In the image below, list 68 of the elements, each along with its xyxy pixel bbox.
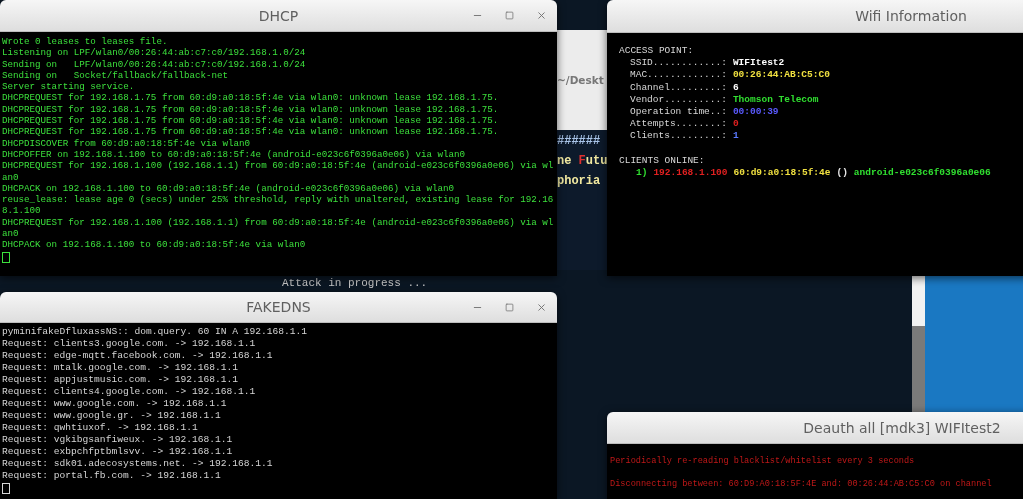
terminal-line: DHCPOFFER on 192.168.1.100 to 60:d9:a0:18:5f:4e (android-e023c6f0396a0e06) via wlan0 xyxy=(2,148,467,161)
field-value: 0 xyxy=(732,118,739,131)
terminal-line: reuse_lease: lease age 0 (secs) under 25% threshold, reply with unaltered, existing lease for 192.16 xyxy=(2,194,555,206)
section-heading: ACCESS POINT: xyxy=(619,45,695,58)
window-title: ~/Deskt xyxy=(557,74,604,86)
terminal-line: DHCPREQUEST for 192.168.1.75 from 60:d9:a0:18:5f:4e via wlan0: unknown lease 192.168.1.75. xyxy=(2,115,500,127)
terminal-line: Request: vgkibgsanfiweux. -> 192.168.1.1 xyxy=(2,434,234,446)
window-title: FAKEDNS xyxy=(246,299,311,315)
section-heading: CLIENTS ONLINE: xyxy=(619,154,706,167)
terminal-line: DHCPREQUEST for 192.168.1.100 (192.168.1.1) from 60:d9:a0:18:5f:4e (android-e023c6f0396a0e06) via wl xyxy=(2,216,555,229)
field-value: 1 xyxy=(732,130,739,143)
field-value: 00:26:44:AB:C5:C0 xyxy=(732,69,830,82)
terminal-line: an0 xyxy=(2,228,20,240)
field-value: Thomson Telecom xyxy=(732,93,819,106)
window-title: DHCP xyxy=(258,7,299,24)
terminal-line: DHCPACK on 192.168.1.100 to 60:d9:a0:18:5f:4e via wlan0 xyxy=(2,239,307,251)
client-mac: 60:d9:a0:18:5f:4e xyxy=(733,166,831,180)
field-value: WIFItest2 xyxy=(732,57,785,70)
terminal-line: Request: clients3.google.com. -> 192.168.1.1 xyxy=(2,338,257,350)
client-hostname: android-e023c6f0396a0e06 xyxy=(853,166,991,180)
terminal-text: ###### xyxy=(557,133,602,150)
status-text: Attack in progress ... xyxy=(282,277,428,290)
client-number: 1) xyxy=(636,166,648,180)
terminal-line: 8.1.100 xyxy=(2,205,42,217)
field-label: MAC.............: xyxy=(629,69,727,82)
terminal-line: DHCPDISCOVER from 60:d9:a0:18:5f:4e via wlan0 xyxy=(2,137,252,149)
field-label: Attempts........: xyxy=(629,118,727,131)
window-title: Wifi Information xyxy=(855,8,967,24)
terminal-line: Request: www.google.gr. -> 192.168.1.1 xyxy=(2,410,222,422)
terminal-line: DHCPREQUEST for 192.168.1.75 from 60:d9:a0:18:5f:4e via wlan0: unknown lease 192.168.1.75. xyxy=(2,103,500,116)
terminal-line: Request: www.google.com. -> 192.168.1.1 xyxy=(2,398,228,410)
terminal-line: DHCPREQUEST for 192.168.1.100 (192.168.1.1) from 60:d9:a0:18:5f:4e (android-e023c6f0396a0e06) via wl xyxy=(2,160,555,172)
field-label: Vendor..........: xyxy=(629,93,727,106)
terminal-line: DHCPREQUEST for 192.168.1.75 from 60:d9:a0:18:5f:4e via wlan0: unknown lease 192.168.1.75. xyxy=(2,126,500,138)
client-ip: 192.168.1.100 xyxy=(653,166,728,180)
terminal-line: Request: sdk01.adecosystems.net. -> 192.168.1.1 xyxy=(2,458,274,470)
terminal-line: Sending on LPF/wlan0/00:26:44:ab:c7:c0/192.168.1.0/24 xyxy=(2,58,307,70)
window-title: Deauth all [mdk3] WIFItest2 xyxy=(803,419,1001,436)
text-cursor xyxy=(2,483,10,494)
terminal-line: Request: qwhtiuxof. -> 192.168.1.1 xyxy=(2,422,199,434)
terminal-line: Request: portal.fb.com. -> 192.168.1.1 xyxy=(2,470,222,482)
terminal-line: Request: exbpchfptbmlsvv. -> 192.168.1.1 xyxy=(2,446,234,458)
terminal-line: DHCPACK on 192.168.1.100 to 60:d9:a0:18:5f:4e (android-e023c6f0396a0e06) via wlan0 xyxy=(2,182,456,195)
terminal-text: ne Futu xyxy=(557,153,607,170)
terminal-line: Request: appjustmusic.com. -> 192.168.1.1 xyxy=(2,374,240,386)
terminal-line: Sending on Socket/fallback/fallback-net xyxy=(2,69,230,82)
field-value: 6 xyxy=(732,81,739,94)
scrollbar[interactable] xyxy=(912,276,925,412)
field-value: 00:00:39 xyxy=(732,106,779,119)
terminal-line: Request: clients4.google.com. -> 192.168.1.1 xyxy=(2,386,257,398)
scrollbar-thumb[interactable] xyxy=(912,276,925,326)
terminal-line: Request: mtalk.google.com. -> 192.168.1.1 xyxy=(2,362,240,374)
terminal-line: Request: edge-mqtt.facebook.com. -> 192.168.1.1 xyxy=(2,350,274,362)
terminal-line: Listening on LPF/wlan0/00:26:44:ab:c7:c0/192.168.1.0/24 xyxy=(2,47,307,59)
field-label: Channel.........: xyxy=(629,81,727,94)
terminal-text: phoria xyxy=(557,173,602,190)
terminal-line: Wrote 0 leases to leases file. xyxy=(2,36,169,48)
client-info: () xyxy=(836,166,848,180)
field-label: SSID............: xyxy=(629,57,727,70)
text-cursor xyxy=(2,251,10,263)
terminal-line: Periodically re-reading blacklist/whitelist every 3 seconds xyxy=(610,456,916,467)
terminal-line: Disconnecting between: 60:D9:A0:18:5F:4E and: 00:26:44:AB:C5:C0 on channel xyxy=(610,479,993,490)
terminal-line: pyminifakeDfluxassNS:: dom.query. 60 IN A 192.168.1.1 xyxy=(2,326,309,338)
terminal-line: an0 xyxy=(2,171,20,183)
terminal-line: Server starting service. xyxy=(2,81,136,93)
field-label: Clients.........: xyxy=(629,130,727,143)
field-label: Operation time..: xyxy=(629,106,727,119)
terminal-line: DHCPREQUEST for 192.168.1.75 from 60:d9:a0:18:5f:4e via wlan0: unknown lease 192.168.1.75. xyxy=(2,92,500,104)
